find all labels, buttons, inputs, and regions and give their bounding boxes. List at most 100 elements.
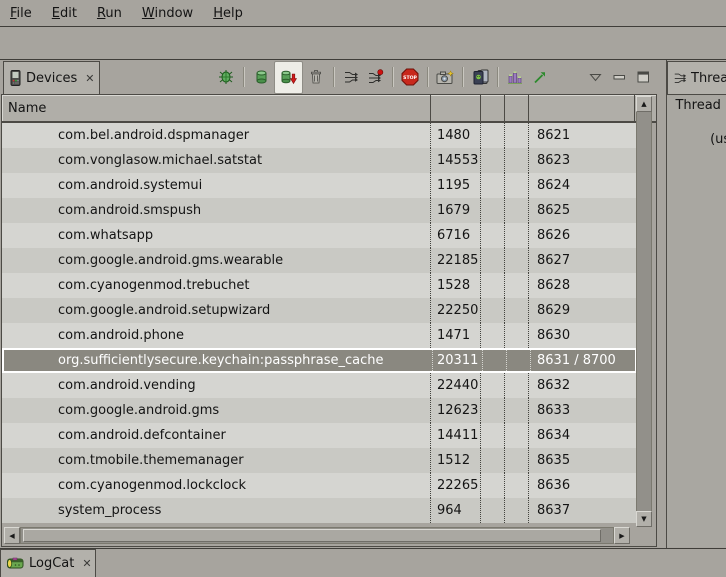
- process-port: 8635: [528, 448, 637, 473]
- empty-cell: [480, 423, 504, 448]
- close-icon[interactable]: ✕: [85, 73, 94, 84]
- process-pid: 1195: [430, 173, 480, 198]
- sysinfo-icon[interactable]: [504, 64, 526, 90]
- stop-label: STOP: [403, 75, 417, 81]
- threads-message: Thread updates not enabled for selected …: [667, 95, 726, 148]
- table-header: Name: [2, 95, 656, 123]
- table-row[interactable]: com.android.phone 1471 8630: [2, 323, 637, 348]
- menu-edit[interactable]: Edit: [42, 6, 87, 21]
- scroll-right-button[interactable]: ▶: [614, 527, 630, 544]
- table-row[interactable]: com.bel.android.dspmanager 1480 8621: [2, 123, 637, 148]
- table-row[interactable]: system_process 964 8637: [2, 498, 637, 523]
- threads-icon: [673, 71, 687, 85]
- table-row[interactable]: com.android.smspush 1679 8625: [2, 198, 637, 223]
- table-row[interactable]: com.vonglasow.michael.satstat 14553 8623: [2, 148, 637, 173]
- menu-run[interactable]: Run: [87, 6, 132, 21]
- tab-devices[interactable]: Devices ✕: [3, 61, 100, 94]
- view-menu-icon[interactable]: [584, 64, 606, 90]
- column-header-pid[interactable]: [430, 95, 480, 121]
- threads-tab-label: Threads: [691, 71, 726, 86]
- table-row[interactable]: com.android.vending 22440 8632: [2, 373, 637, 398]
- scroll-left-button[interactable]: ◀: [4, 527, 20, 544]
- menu-bar: File Edit Run Window Help: [0, 0, 726, 27]
- table-row[interactable]: com.tmobile.thememanager 1512 8635: [2, 448, 637, 473]
- threads-message-line1: Thread updates not enabled for selected …: [667, 97, 726, 131]
- process-port: 8632: [528, 373, 637, 398]
- empty-cell: [504, 373, 528, 398]
- process-name: com.google.android.gms.wearable: [2, 248, 430, 273]
- menu-file[interactable]: File: [0, 6, 42, 21]
- stop-process-icon[interactable]: STOP: [399, 64, 421, 90]
- table-row[interactable]: com.whatsapp 6716 8626: [2, 223, 637, 248]
- table-row[interactable]: org.sufficientlysecure.keychain:passphra…: [2, 348, 637, 373]
- process-name: com.tmobile.thememanager: [2, 448, 430, 473]
- process-name: com.cyanogenmod.trebuchet: [2, 273, 430, 298]
- screenshot-camera-icon[interactable]: [434, 64, 456, 90]
- close-icon[interactable]: ✕: [82, 558, 91, 569]
- threads-panel-content: Thread updates not enabled for selected …: [667, 94, 726, 547]
- vertical-scroll-track[interactable]: [636, 112, 652, 511]
- process-pid: 14411: [430, 423, 480, 448]
- process-name: com.android.systemui: [2, 173, 430, 198]
- process-port: 8630: [528, 323, 637, 348]
- table-row[interactable]: com.android.defcontainer 14411 8634: [2, 423, 637, 448]
- process-port: 8627: [528, 248, 637, 273]
- table-row[interactable]: com.cyanogenmod.lockclock 22265 8636: [2, 473, 637, 498]
- gc-trash-icon[interactable]: [305, 64, 327, 90]
- process-port: 8629: [528, 298, 637, 323]
- tab-threads[interactable]: Threads: [667, 61, 726, 94]
- process-name: com.whatsapp: [2, 223, 430, 248]
- empty-cell: [504, 298, 528, 323]
- empty-cell: [480, 148, 504, 173]
- scroll-down-button[interactable]: ▼: [636, 511, 652, 527]
- menu-help[interactable]: Help: [203, 6, 253, 21]
- tab-logcat[interactable]: LogCat ✕: [0, 549, 96, 577]
- vertical-scrollbar[interactable]: ▲ ▼: [636, 96, 652, 527]
- process-pid: 22265: [430, 473, 480, 498]
- table-row[interactable]: com.cyanogenmod.trebuchet 1528 8628: [2, 273, 637, 298]
- threads-icon[interactable]: [340, 64, 362, 90]
- heap-icon[interactable]: [250, 64, 272, 90]
- menu-window[interactable]: Window: [132, 6, 203, 21]
- screen-record-icon[interactable]: [469, 64, 491, 90]
- heap-update-icon[interactable]: [274, 61, 303, 94]
- empty-cell: [504, 198, 528, 223]
- table-row[interactable]: com.google.android.gms 12623 8633: [2, 398, 637, 423]
- column-header-port[interactable]: [528, 95, 635, 121]
- empty-cell: [504, 123, 528, 148]
- empty-cell: [480, 448, 504, 473]
- column-header-empty-2[interactable]: [504, 95, 528, 121]
- process-port: 8637: [528, 498, 637, 523]
- horizontal-scrollbar[interactable]: ◀ ▶: [4, 527, 630, 544]
- process-name: com.android.phone: [2, 323, 430, 348]
- empty-cell: [480, 398, 504, 423]
- column-header-name[interactable]: Name: [2, 95, 430, 121]
- column-header-empty-1[interactable]: [480, 95, 504, 121]
- empty-cell: [480, 498, 504, 523]
- horizontal-scroll-thumb[interactable]: [23, 529, 601, 542]
- toolbar-separator: [462, 67, 463, 87]
- method-profiling-icon[interactable]: [528, 64, 550, 90]
- empty-cell: [504, 473, 528, 498]
- empty-cell: [480, 123, 504, 148]
- scroll-right-icon: ▶: [619, 532, 624, 540]
- process-name: com.android.defcontainer: [2, 423, 430, 448]
- empty-cell: [480, 223, 504, 248]
- process-pid: 964: [430, 498, 480, 523]
- table-row[interactable]: com.android.systemui 1195 8624: [2, 173, 637, 198]
- process-port: 8633: [528, 398, 637, 423]
- table-row[interactable]: com.google.android.gms.wearable 22185 86…: [2, 248, 637, 273]
- process-pid: 14553: [430, 148, 480, 173]
- process-name: com.android.vending: [2, 373, 430, 398]
- debug-attach-icon[interactable]: [215, 64, 237, 90]
- minimize-icon[interactable]: [608, 64, 630, 90]
- maximize-icon[interactable]: [632, 64, 654, 90]
- table-row[interactable]: com.google.android.setupwizard 22250 862…: [2, 298, 637, 323]
- process-name: com.bel.android.dspmanager: [2, 123, 430, 148]
- empty-cell: [504, 148, 528, 173]
- threads-update-icon[interactable]: [364, 64, 386, 90]
- scroll-up-button[interactable]: ▲: [636, 96, 652, 112]
- horizontal-scroll-track[interactable]: [20, 527, 614, 544]
- process-name: system_process: [2, 498, 430, 523]
- empty-cell: [480, 298, 504, 323]
